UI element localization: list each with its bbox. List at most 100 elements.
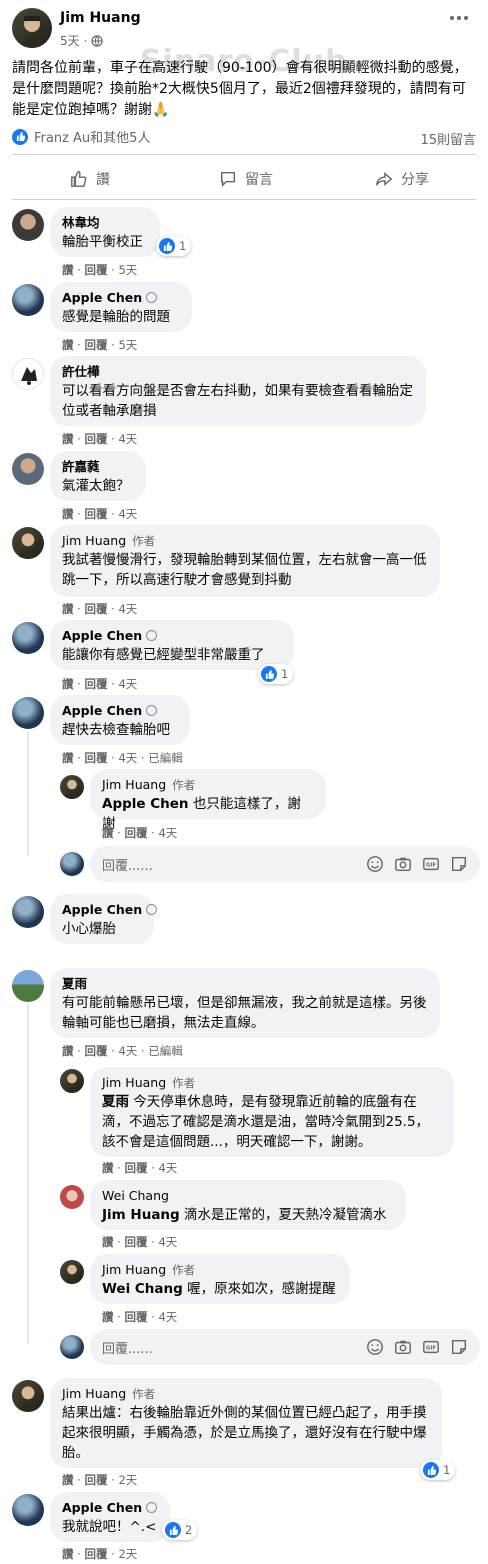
reply-time[interactable]: 4天 <box>158 1310 177 1324</box>
commenter-avatar[interactable] <box>12 697 44 729</box>
post-author-avatar[interactable] <box>12 8 52 48</box>
emoji-icon[interactable] <box>366 1338 384 1356</box>
commenter-name[interactable]: 許嘉蕤 <box>62 458 134 476</box>
commenter-avatar[interactable] <box>12 622 44 654</box>
camera-icon[interactable] <box>394 855 412 873</box>
reply-time[interactable]: 4天 <box>158 826 177 840</box>
comment-like-link[interactable]: 讚 <box>62 1473 74 1487</box>
commenter-avatar[interactable] <box>12 284 44 316</box>
reply-like-link[interactable]: 讚 <box>102 1235 114 1249</box>
comment-time[interactable]: 4天 <box>118 1044 137 1058</box>
comment-reactions[interactable]: 1 <box>156 236 192 256</box>
comment-reply-link[interactable]: 回覆 <box>84 507 107 521</box>
comment-reactions[interactable]: 2 <box>162 1520 198 1540</box>
comment-time[interactable]: 4天 <box>118 432 137 446</box>
reply-like-link[interactable]: 讚 <box>102 826 114 840</box>
commenter-name[interactable]: Apple Chen <box>62 703 142 718</box>
emoji-icon[interactable] <box>366 855 384 873</box>
reply-time[interactable]: 4天 <box>158 1235 177 1249</box>
commenter-name[interactable]: Jim Huang <box>62 1386 126 1401</box>
commenter-avatar[interactable] <box>12 527 44 559</box>
edited-label[interactable]: 已編輯 <box>148 1044 183 1058</box>
comment-like-link[interactable]: 讚 <box>62 602 74 616</box>
mention-link[interactable]: Apple Chen <box>102 796 189 812</box>
replier-name[interactable]: Wei Chang <box>102 1187 394 1205</box>
commenter-name[interactable]: 林韋均 <box>62 214 148 232</box>
comment-like-link[interactable]: 讚 <box>62 677 74 691</box>
reply-reply-link[interactable]: 回覆 <box>124 826 147 840</box>
replier-avatar[interactable] <box>60 1185 84 1209</box>
reply-like-link[interactable]: 讚 <box>102 1310 114 1324</box>
replier-name[interactable]: Jim Huang <box>102 1262 166 1277</box>
comment-time[interactable]: 5天 <box>118 263 137 277</box>
mention-link[interactable]: Wei Chang <box>102 1281 183 1297</box>
commenter-name[interactable]: 許仕樺 <box>62 363 414 381</box>
comment-reply-link[interactable]: 回覆 <box>84 1547 107 1561</box>
comment-time[interactable]: 4天 <box>118 751 137 765</box>
camera-icon[interactable] <box>394 1338 412 1356</box>
more-options-icon[interactable] <box>450 16 468 20</box>
reply-input[interactable]: 回覆...... GIF <box>90 1329 480 1365</box>
like-button[interactable]: 讚 <box>12 162 168 196</box>
edited-label[interactable]: 已編輯 <box>148 751 183 765</box>
commenter-avatar[interactable] <box>12 358 44 390</box>
comment-reply-link[interactable]: 回覆 <box>84 677 107 691</box>
commenter-avatar[interactable] <box>12 970 44 1002</box>
comment-reply-link[interactable]: 回覆 <box>84 338 107 352</box>
comment-reactions[interactable]: 1 <box>258 664 294 684</box>
comment-like-link[interactable]: 讚 <box>62 751 74 765</box>
comment-like-link[interactable]: 讚 <box>62 1547 74 1561</box>
sticker-icon[interactable] <box>450 1338 468 1356</box>
replier-avatar[interactable] <box>60 1260 84 1284</box>
comment-time[interactable]: 2天 <box>118 1473 137 1487</box>
commenter-name[interactable]: Apple Chen <box>62 1500 142 1515</box>
comment-like-link[interactable]: 讚 <box>62 1044 74 1058</box>
commenter-name[interactable]: 夏雨 <box>62 975 428 993</box>
reply-reply-link[interactable]: 回覆 <box>124 1235 147 1249</box>
reply-time[interactable]: 4天 <box>158 1161 177 1175</box>
commenter-name[interactable]: Apple Chen <box>62 290 142 305</box>
comment-reply-link[interactable]: 回覆 <box>84 432 107 446</box>
gif-icon[interactable]: GIF <box>422 1338 440 1356</box>
comment-reply-link[interactable]: 回覆 <box>84 602 107 616</box>
comment-time[interactable]: 4天 <box>118 602 137 616</box>
share-button[interactable]: 分享 <box>324 162 480 196</box>
gif-icon[interactable]: GIF <box>422 855 440 873</box>
replier-name[interactable]: Jim Huang <box>102 777 166 792</box>
comment-button[interactable]: 留言 <box>168 162 324 196</box>
comment-time[interactable]: 4天 <box>118 507 137 521</box>
comment-like-link[interactable]: 讚 <box>62 338 74 352</box>
comment-count[interactable]: 15則留言 <box>420 129 476 148</box>
comment-reply-link[interactable]: 回覆 <box>84 1473 107 1487</box>
replier-name[interactable]: Jim Huang <box>102 1075 166 1090</box>
comment-like-link[interactable]: 讚 <box>62 263 74 277</box>
comment-reply-link[interactable]: 回覆 <box>84 263 107 277</box>
reply-reply-link[interactable]: 回覆 <box>124 1161 147 1175</box>
mention-link[interactable]: 夏雨 <box>102 1094 129 1110</box>
mention-link[interactable]: Jim Huang <box>102 1207 180 1223</box>
comment-reply-link[interactable]: 回覆 <box>84 1044 107 1058</box>
commenter-name[interactable]: Jim Huang <box>62 533 126 548</box>
commenter-name[interactable]: Apple Chen <box>62 628 142 643</box>
comment-like-link[interactable]: 讚 <box>62 432 74 446</box>
commenter-avatar[interactable] <box>12 1494 44 1526</box>
commenter-avatar[interactable] <box>12 1380 44 1412</box>
commenter-avatar[interactable] <box>12 209 44 241</box>
commenter-name[interactable]: Apple Chen <box>62 902 142 917</box>
comment-reactions[interactable]: 1 <box>420 1460 456 1480</box>
sticker-icon[interactable] <box>450 855 468 873</box>
post-time[interactable]: 5天 <box>60 32 80 49</box>
commenter-avatar[interactable] <box>12 896 44 928</box>
post-reactions[interactable]: Franz Au和其他5人 <box>12 127 150 146</box>
comment-time[interactable]: 4天 <box>118 677 137 691</box>
comment-time[interactable]: 2天 <box>118 1547 137 1561</box>
comment-reply-link[interactable]: 回覆 <box>84 751 107 765</box>
comment-time[interactable]: 5天 <box>118 338 137 352</box>
reply-reply-link[interactable]: 回覆 <box>124 1310 147 1324</box>
commenter-avatar[interactable] <box>12 453 44 485</box>
post-author-name[interactable]: Jim Huang <box>60 10 141 26</box>
replier-avatar[interactable] <box>60 1069 84 1093</box>
reply-input[interactable]: 回覆...... GIF <box>90 846 480 882</box>
replier-avatar[interactable] <box>60 775 84 799</box>
comment-like-link[interactable]: 讚 <box>62 507 74 521</box>
